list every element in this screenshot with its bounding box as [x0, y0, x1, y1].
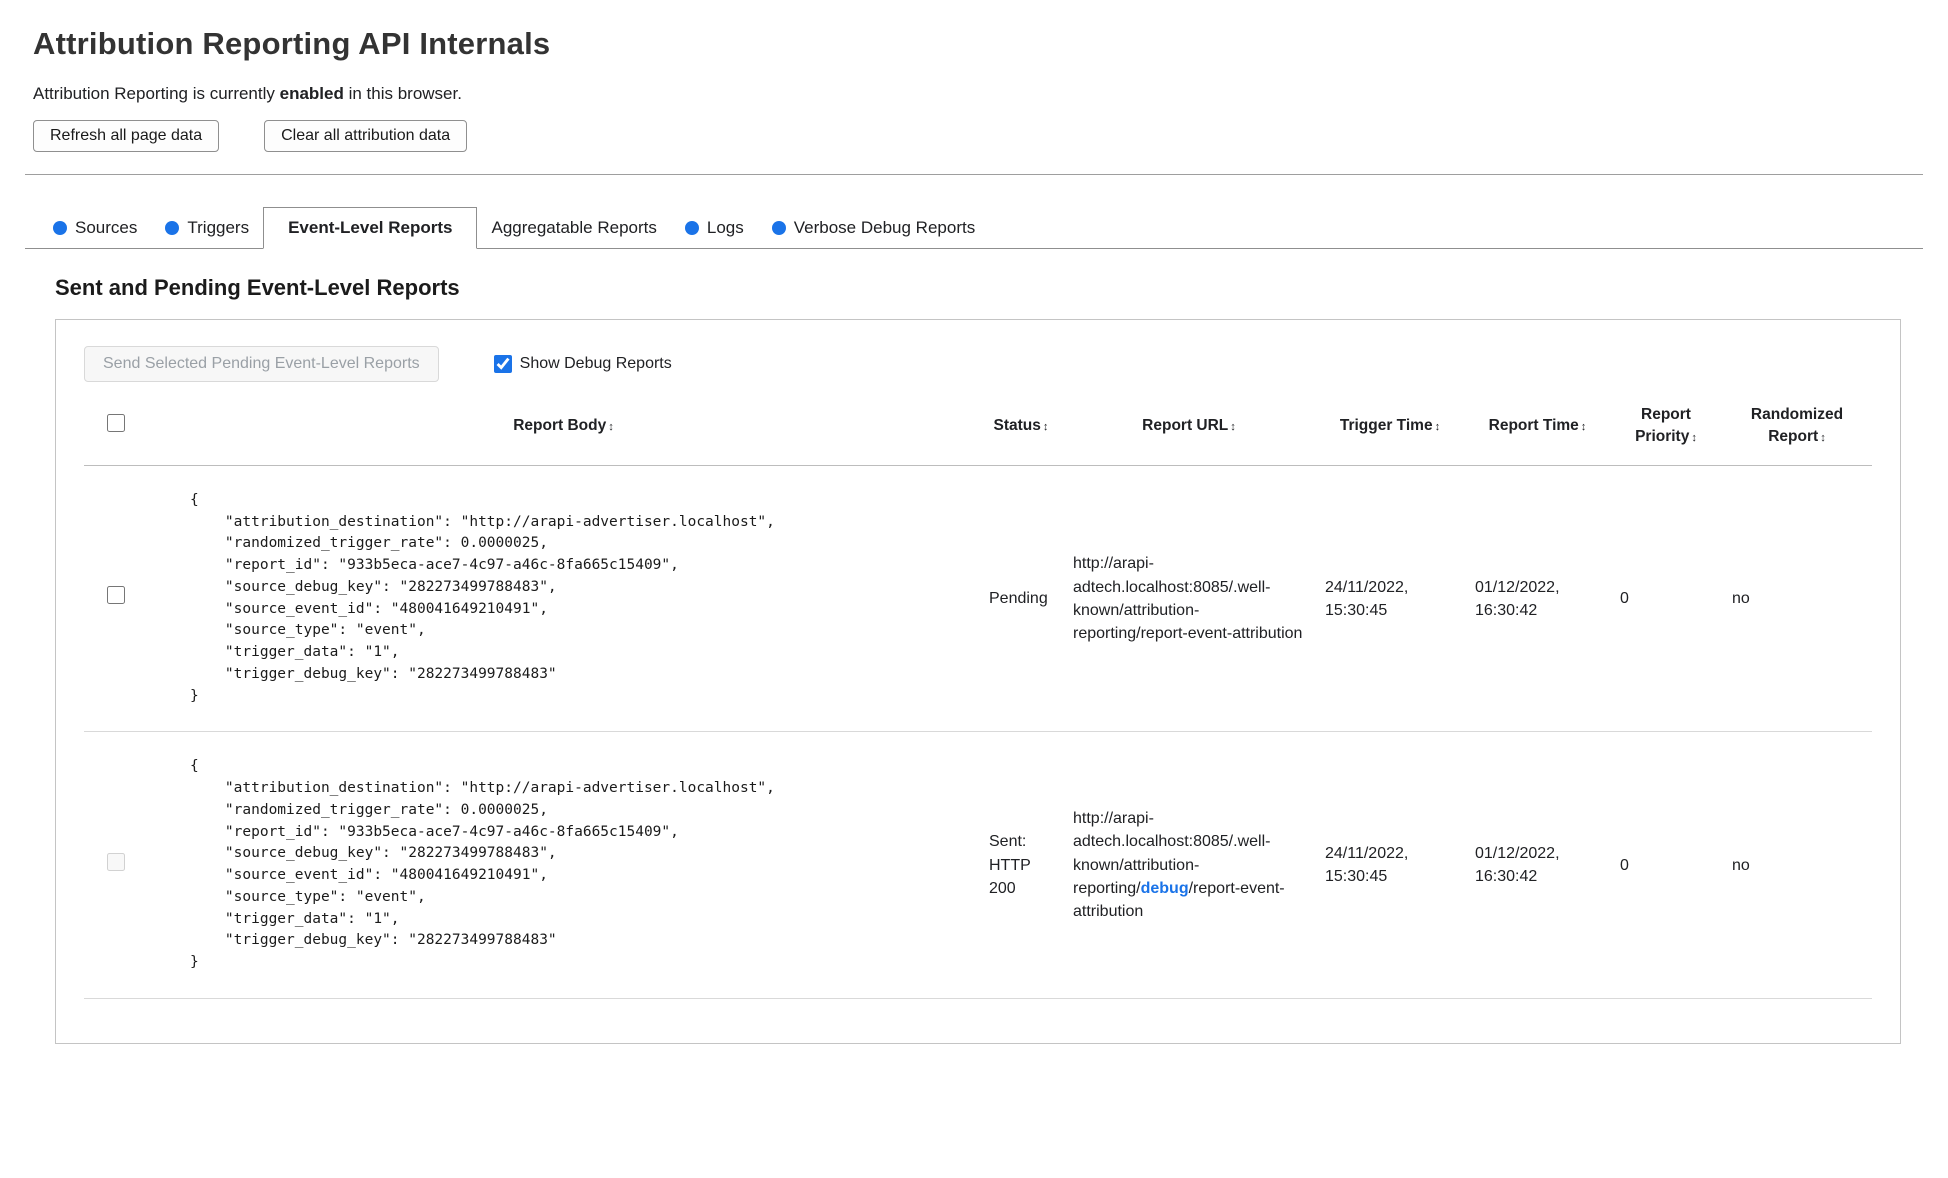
sort-icon: ↕ — [1691, 432, 1697, 445]
header-randomized-report[interactable]: Randomized Report ↕ — [1722, 394, 1872, 466]
report-priority-cell: 0 — [1610, 731, 1722, 999]
row-select-cell — [84, 465, 148, 733]
report-url-cell: http://arapi-adtech.localhost:8085/.well… — [1063, 731, 1315, 999]
row-checkbox-disabled[interactable] — [107, 852, 125, 871]
debug-link[interactable]: debug — [1141, 880, 1189, 897]
tab-label: Logs — [706, 218, 744, 237]
header-report-body[interactable]: Report Body ↕ — [148, 394, 979, 466]
table-header-row: Report Body ↕ Status ↕ Report URL ↕ Trigger… — [84, 394, 1872, 466]
tab-verbose-debug-reports[interactable]: Verbose Debug Reports — [758, 208, 989, 248]
header-report-url[interactable]: Report URL ↕ — [1063, 394, 1315, 466]
blue-dot-icon — [165, 221, 180, 235]
show-debug-toggle[interactable]: Show Debug Reports — [493, 355, 672, 373]
page-title: Attribution Reporting API Internals — [33, 26, 551, 61]
blue-dot-icon — [684, 221, 699, 235]
toolbar: Refresh all page data Clear all attribut… — [33, 120, 1923, 152]
sort-icon: ↕ — [1042, 421, 1049, 434]
tab-label: Event-Level Reports — [288, 218, 453, 237]
show-debug-checkbox[interactable] — [493, 355, 512, 373]
sort-icon: ↕ — [1434, 421, 1441, 434]
table-row: { "attribution_destination": "http://ara… — [84, 731, 1872, 999]
blue-dot-icon — [53, 221, 67, 235]
header-select-all — [84, 394, 148, 466]
tabstrip: Sources Triggers Event-Level Reports Agg… — [25, 207, 1923, 249]
status-cell: Sent: HTTP 200 — [979, 731, 1063, 999]
report-body-json: { "attribution_destination": "http://ara… — [190, 491, 775, 704]
sort-icon: ↕ — [608, 421, 614, 434]
trigger-time-cell: 24/11/2022, 15:30:45 — [1315, 465, 1465, 733]
blue-dot-icon — [771, 221, 786, 235]
tab-aggregatable-reports[interactable]: Aggregatable Reports — [477, 208, 670, 248]
send-selected-button[interactable]: Send Selected Pending Event-Level Report… — [84, 346, 439, 382]
header-label: Randomized Report — [1750, 406, 1844, 446]
row-checkbox[interactable] — [107, 586, 125, 605]
header-status[interactable]: Status ↕ — [979, 394, 1063, 466]
tab-sources[interactable]: Sources — [39, 208, 151, 248]
status-cell: Pending — [979, 465, 1063, 733]
header-label: Report Body — [513, 417, 607, 435]
report-body-cell: { "attribution_destination": "http://ara… — [148, 731, 979, 999]
report-url-text: http://arapi-adtech.localhost:8085/.well… — [1073, 555, 1303, 642]
report-body-json: { "attribution_destination": "http://ara… — [190, 758, 775, 971]
header-trigger-time[interactable]: Trigger Time ↕ — [1315, 394, 1465, 466]
section-heading: Sent and Pending Event-Level Reports — [55, 275, 460, 300]
header-label: Report Priority — [1635, 406, 1691, 446]
row-select-cell — [84, 731, 148, 999]
header-label: Report URL — [1142, 417, 1229, 435]
report-time-cell: 01/12/2022, 16:30:42 — [1465, 465, 1610, 733]
header-report-priority[interactable]: Report Priority ↕ — [1610, 394, 1722, 466]
header-label: Trigger Time — [1339, 417, 1433, 435]
randomized-report-cell: no — [1722, 731, 1872, 999]
header-report-time[interactable]: Report Time ↕ — [1465, 394, 1610, 466]
refresh-all-button[interactable]: Refresh all page data — [33, 120, 220, 152]
event-level-reports-section: Sent and Pending Event-Level Reports Sen… — [55, 275, 1901, 1044]
table-row: { "attribution_destination": "http://ara… — [84, 465, 1872, 733]
tab-label: Aggregatable Reports — [491, 218, 657, 237]
trigger-time-cell: 24/11/2022, 15:30:45 — [1315, 731, 1465, 999]
tab-logs[interactable]: Logs — [671, 208, 758, 248]
report-url-cell: http://arapi-adtech.localhost:8085/.well… — [1063, 465, 1315, 733]
reports-panel: Send Selected Pending Event-Level Report… — [55, 319, 1901, 1044]
header-label: Status — [993, 417, 1041, 435]
status-text-suffix: in this browser. — [343, 84, 462, 103]
tab-triggers[interactable]: Triggers — [151, 208, 263, 248]
sort-icon: ↕ — [1820, 432, 1826, 445]
report-body-cell: { "attribution_destination": "http://ara… — [148, 465, 979, 733]
show-debug-label: Show Debug Reports — [519, 355, 672, 372]
report-priority-cell: 0 — [1610, 465, 1722, 733]
status-enabled-text: enabled — [279, 84, 344, 103]
randomized-report-cell: no — [1722, 465, 1872, 733]
sort-icon: ↕ — [1580, 421, 1587, 434]
status-text-prefix: Attribution Reporting is currently — [33, 84, 280, 103]
header-label: Report Time — [1488, 417, 1579, 435]
attribution-internals-page: Attribution Reporting API Internals Attr… — [0, 0, 1948, 1074]
tab-label: Verbose Debug Reports — [793, 218, 976, 237]
select-all-checkbox[interactable] — [107, 413, 125, 432]
tab-label: Triggers — [187, 218, 250, 237]
panel-controls: Send Selected Pending Event-Level Report… — [84, 346, 1872, 382]
status-line: Attribution Reporting is currently enabl… — [33, 84, 1923, 104]
sort-icon: ↕ — [1230, 421, 1236, 434]
clear-all-button[interactable]: Clear all attribution data — [264, 120, 468, 152]
reports-table: Report Body ↕ Status ↕ Report URL ↕ Trigger… — [84, 394, 1872, 999]
report-time-cell: 01/12/2022, 16:30:42 — [1465, 731, 1610, 999]
tab-event-level-reports[interactable]: Event-Level Reports — [263, 207, 478, 249]
tab-label: Sources — [75, 218, 138, 237]
divider — [25, 174, 1923, 175]
